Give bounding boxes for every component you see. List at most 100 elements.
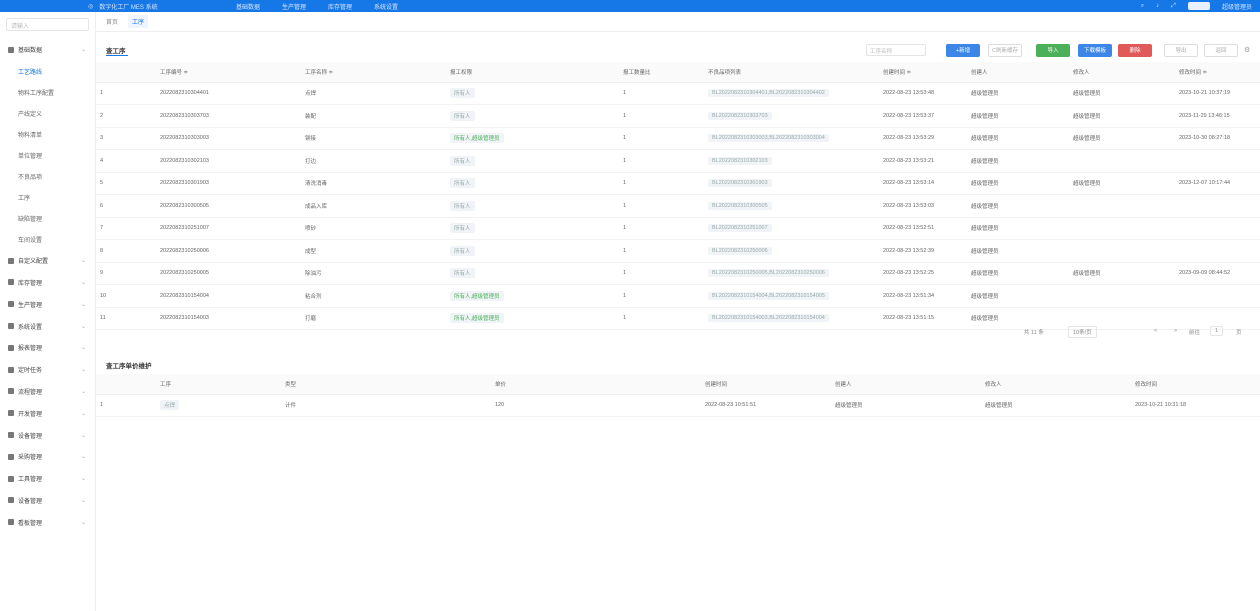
sidebar-item[interactable]: 看板管理 ⌄ [0, 511, 95, 533]
sidebar-item[interactable]: 工具管理 ⌄ [0, 468, 95, 490]
sidebar-item[interactable]: 系统设置 ⌄ [0, 315, 95, 337]
top-menu-item[interactable]: 系统设置 [374, 2, 398, 11]
import-button[interactable]: 导入 [1036, 43, 1070, 57]
table-row[interactable]: 10 2022082310154004 粘合剂 所有人,超级管理员 1 BL2022082… [96, 284, 1260, 308]
sidebar-subitem[interactable]: 物料清单 [0, 124, 95, 145]
modifier-cell: 超级管理员 [1069, 104, 1175, 128]
created-time-cell: 2022-08-23 13:51:15 [879, 307, 967, 330]
report-ratio-cell: 1 [619, 127, 704, 150]
sidebar-subitem[interactable]: 车间设置 [0, 229, 95, 250]
sidebar-subitem[interactable]: 工艺路线 [0, 61, 95, 82]
sidebar-subitem[interactable]: 工序 [0, 187, 95, 208]
next-page-button[interactable]: > [1174, 328, 1177, 334]
sidebar-item-label: 设备管理 [18, 433, 43, 440]
table-row[interactable]: 3 2022082310303003 铆接 所有人,超级管理员 1 BL202208231… [96, 127, 1260, 150]
sidebar-subitem[interactable]: 不良品项 [0, 166, 95, 187]
back-button[interactable]: 返回 [1204, 43, 1238, 57]
table-row[interactable]: 2 2022082310303703 装配 所有人 1 BL202208231030370… [96, 104, 1260, 128]
modified-time-cell: 2023-11-29 13:46:15 [1175, 104, 1260, 128]
col-modified[interactable]: 修改时间 ≑ [1175, 62, 1260, 83]
tab-home[interactable]: 首页 [102, 15, 122, 28]
table-row[interactable]: 1 2022082310304401 点焊 所有人 1 BL202208231030440… [96, 82, 1260, 105]
sidebar-subitem[interactable]: 单位管理 [0, 145, 95, 166]
sidebar-item[interactable]: 报表管理 ⌄ [0, 337, 95, 359]
add-button[interactable]: +新增 [946, 43, 980, 57]
sidebar-item[interactable]: 库存管理 ⌄ [0, 272, 95, 294]
modifier-cell [1069, 239, 1175, 263]
fullscreen-icon[interactable]: ⤢ [1171, 3, 1176, 10]
col-creator: 创建人 [967, 62, 1069, 83]
sidebar-subitem[interactable]: 物料工序配置 [0, 82, 95, 103]
top-menu-item[interactable]: 生产管理 [282, 2, 306, 11]
board-icon [8, 519, 14, 526]
row-index-cell: 11 [96, 307, 156, 330]
creator-cell: 超级管理员 [967, 82, 1069, 105]
search-icon[interactable]: ⌕ [1141, 3, 1144, 10]
report-ratio-cell: 1 [619, 194, 704, 218]
sidebar-item-label: 系统设置 [18, 324, 43, 331]
sidebar-item-label: 开发管理 [18, 411, 43, 418]
sidebar-item[interactable]: 自定义配置 ⌄ [0, 250, 95, 272]
created-time-cell: 2022-08-23 10:51:51 [701, 394, 831, 417]
sidebar-item[interactable]: 定时任务 ⌄ [0, 359, 95, 381]
user-name[interactable]: 超级管理员 [1222, 2, 1252, 11]
sidebar-item[interactable]: 设备管理 ⌄ [0, 490, 95, 512]
col-index [96, 374, 156, 395]
top-menu-item[interactable]: 库存管理 [328, 2, 352, 11]
avatar[interactable] [1187, 2, 1210, 10]
col-type: 类型 [281, 374, 491, 395]
sidebar-item[interactable]: 基础数据 ⌄ [0, 39, 95, 61]
table-row[interactable]: 6 2022082310300505 成品入库 所有人 1 BL2022082310300… [96, 194, 1260, 218]
creator-cell: 超级管理员 [967, 172, 1069, 195]
modifier-cell [1069, 194, 1175, 218]
table-row[interactable]: 5 2022082310301903 清洗消毒 所有人 1 BL2022082310301… [96, 172, 1260, 195]
sidebar-item-label: 设备管理 [18, 498, 43, 505]
table-row[interactable]: 4 2022082310302103 打边 所有人 1 BL202208231030210… [96, 149, 1260, 173]
creator-cell: 超级管理员 [967, 104, 1069, 128]
sidebar-item[interactable]: 开发管理 ⌄ [0, 402, 95, 424]
sidebar-item-label: 定时任务 [18, 368, 43, 375]
row-index-cell: 1 [96, 82, 156, 105]
col-name[interactable]: 工序名称 ≑ [301, 62, 446, 83]
top-menu-item[interactable]: 基础数据 [236, 2, 260, 11]
table-row[interactable]: 8 2022082310250006 成型 所有人 1 BL202208231025000… [96, 239, 1260, 263]
modified-time-cell [1175, 149, 1260, 173]
sidebar-item[interactable]: 采购管理 ⌄ [0, 446, 95, 468]
sidebar-search-input[interactable]: 请输入 [6, 18, 89, 31]
settings-icon[interactable]: ⚙ [1244, 46, 1250, 54]
sidebar-item[interactable]: 生产管理 ⌄ [0, 293, 95, 315]
chevron-down-icon: ⌄ [80, 497, 86, 504]
created-time-cell: 2022-08-23 13:52:39 [879, 239, 967, 263]
sidebar-item[interactable]: 流程管理 ⌄ [0, 381, 95, 403]
page-unit: 页 [1236, 330, 1242, 336]
sidebar-subitem[interactable]: 产线定义 [0, 103, 95, 124]
prev-page-button[interactable]: < [1154, 328, 1157, 334]
page-size-select[interactable]: 10条/页 [1068, 326, 1097, 338]
refresh-cache-button[interactable]: C刷新缓存 [988, 43, 1022, 57]
sidebar-item[interactable]: 设备管理 ⌄ [0, 424, 95, 446]
bell-icon[interactable]: ♪ [1156, 3, 1159, 9]
table-row[interactable]: 9 2022082310250005 除油污 所有人 1 BL20220823102500… [96, 262, 1260, 285]
modified-time-cell: 2023-10-21 10:37:19 [1175, 82, 1260, 105]
row-index-cell: 8 [96, 239, 156, 263]
row-index-cell: 10 [96, 284, 156, 308]
gear-icon [8, 257, 14, 264]
report-ratio-cell: 1 [619, 284, 704, 308]
col-code[interactable]: 工序编号 ≑ [156, 62, 301, 83]
process-name-cell: 清洗消毒 [301, 172, 446, 195]
creator-cell: 超级管理员 [967, 239, 1069, 263]
process-name-cell: 喷砂 [301, 217, 446, 240]
sidebar-subitem[interactable]: 缺陷管理 [0, 208, 95, 229]
table-row[interactable]: 7 2022082310251007 喷砂 所有人 1 BL202208231025100… [96, 217, 1260, 240]
delete-button[interactable]: 删除 [1118, 43, 1152, 57]
col-created[interactable]: 创建时间 ≑ [879, 62, 967, 83]
search-input[interactable]: 工序名称 [866, 44, 926, 56]
chevron-down-icon: ⌄ [80, 367, 86, 374]
page-number-input[interactable]: 1 [1210, 326, 1224, 336]
download-template-button[interactable]: 下载模板 [1078, 43, 1112, 57]
process-code-cell: 2022082310251007 [156, 217, 301, 240]
export-button[interactable]: 导出 [1164, 43, 1198, 57]
tab-process[interactable]: 工序 [128, 15, 149, 28]
process-code-cell: 2022082310303003 [156, 127, 301, 150]
table-row[interactable]: 1 点焊 计件 120 2022-08-23 10:51:51 超级管理员 超级管理员 202… [96, 394, 1260, 417]
